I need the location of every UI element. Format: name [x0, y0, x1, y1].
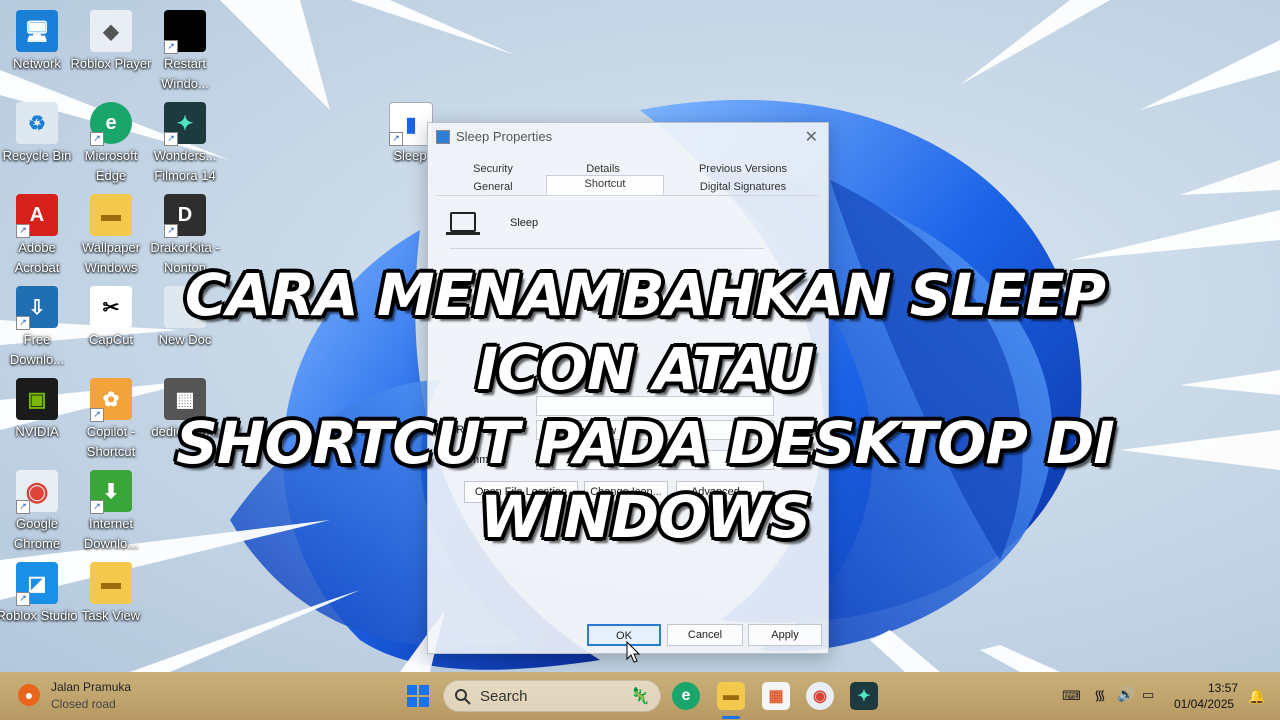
roblox-player-icon: ◆	[90, 10, 132, 52]
active-app-indicator	[722, 716, 740, 719]
traffic-alert-icon: ●	[18, 684, 40, 706]
tab-previous-versions[interactable]: Previous Versions	[668, 161, 818, 177]
desktop-icon-label: Network	[13, 56, 61, 71]
video-headline: CARA MENAMBAHKAN SLEEP ICON ATAU SHORTCU…	[120, 258, 1170, 554]
tab-security[interactable]: Security	[448, 161, 538, 177]
tab-shortcut[interactable]: Shortcut	[546, 175, 664, 196]
taskbar-search[interactable]: Search 🦎	[443, 680, 661, 712]
shortcut-arrow-icon: ↗	[16, 592, 30, 606]
keyboard-icon[interactable]: ⌨	[1062, 688, 1081, 704]
desktop-icon-label: Microsoft Edge	[84, 148, 138, 183]
divider	[450, 248, 764, 249]
shortcut-arrow-icon: ↗	[389, 132, 403, 146]
desktop-icon-restart-windows[interactable]: ↗ Restart Windo...	[148, 4, 222, 92]
taskbar-edge[interactable]: e	[672, 682, 700, 710]
desktop-icon-label: Wonders... Filmora 14	[153, 148, 217, 183]
desktop-icon-label: Adobe Acrobat	[14, 240, 60, 275]
desktop-icon-label: Task View	[81, 608, 141, 623]
dialog-title: Sleep Properties	[456, 129, 553, 144]
desktop-icon-filmora[interactable]: ✦ ↗ Wonders... Filmora 14	[148, 96, 222, 184]
notification-bell-icon[interactable]: 🔔	[1248, 688, 1265, 705]
search-placeholder: Search	[480, 688, 528, 705]
weather-title: Jalan Pramuka	[51, 680, 132, 694]
folder-icon: ▬	[723, 687, 739, 704]
store-icon: ▦	[768, 688, 784, 705]
laptop-icon	[450, 212, 476, 232]
apply-button[interactable]: Apply	[748, 624, 822, 646]
desktop-icon-roblox-player[interactable]: ◆ Roblox Player	[71, 4, 151, 92]
desktop-icon-microsoft-edge[interactable]: e ↗ Microsoft Edge	[74, 96, 148, 184]
shortcut-arrow-icon: ↗	[90, 132, 104, 146]
battery-icon[interactable]: ▭	[1142, 687, 1154, 703]
ok-button[interactable]: OK	[587, 624, 661, 646]
desktop-icon-label: Roblox Studio	[0, 608, 78, 623]
taskbar-chrome[interactable]: ◉	[806, 682, 834, 710]
windows-logo-icon	[407, 685, 429, 707]
desktop-icon-label: Restart Windo...	[161, 56, 209, 91]
shortcut-arrow-icon: ↗	[90, 500, 104, 514]
weather-subtitle: Closed road	[51, 697, 116, 711]
taskbar-microsoft-store[interactable]: ▦	[762, 682, 790, 710]
close-button[interactable]: ✕	[805, 127, 818, 147]
tab-general[interactable]: General	[448, 179, 538, 195]
shortcut-title-icon	[436, 130, 450, 144]
chrome-icon: ◉	[813, 688, 827, 705]
mouse-cursor-icon	[626, 641, 640, 663]
taskbar-file-explorer[interactable]: ▬	[717, 682, 745, 710]
search-highlight-icon: 🦎	[630, 688, 650, 705]
clock-time: 13:57	[1208, 681, 1239, 695]
shortcut-name: Sleep	[510, 217, 539, 229]
folder-icon: ▬	[90, 194, 132, 236]
desktop-icon-label: Free Downlo...	[9, 332, 65, 367]
search-icon	[455, 689, 471, 705]
desktop-icon-adobe-acrobat[interactable]: A ↗ Adobe Acrobat	[0, 188, 74, 276]
clock-date: 01/04/2025	[1174, 697, 1235, 711]
taskbar-filmora[interactable]: ✦	[850, 682, 878, 710]
shortcut-arrow-icon: ↗	[16, 316, 30, 330]
shortcut-arrow-icon: ↗	[164, 224, 178, 238]
start-button[interactable]	[404, 682, 432, 710]
desktop-icon-google-chrome[interactable]: ◉ ↗ Google Chrome	[0, 464, 74, 552]
desktop-icon-label: Recycle Bin	[2, 148, 72, 163]
filmora-icon: ✦	[857, 688, 871, 705]
shortcut-arrow-icon: ↗	[16, 500, 30, 514]
desktop-icon-label: Roblox Player	[70, 56, 152, 71]
nvidia-icon: ▣	[16, 378, 58, 420]
desktop-icon-network[interactable]: 🖥 Network	[0, 4, 74, 92]
folder-icon: ▬	[90, 562, 132, 604]
desktop-icon-nvidia[interactable]: ▣ NVIDIA	[0, 372, 74, 460]
network-icon: 🖥	[16, 10, 58, 52]
volume-icon[interactable]: 🔊	[1117, 686, 1134, 703]
desktop-icon-label: NVIDIA	[15, 424, 59, 439]
cancel-button[interactable]: Cancel	[667, 624, 743, 646]
shortcut-arrow-icon: ↗	[164, 40, 178, 54]
recycle-bin-icon: ♻	[16, 102, 58, 144]
desktop-icon-task-view[interactable]: ▬ Task View	[74, 556, 148, 644]
shortcut-arrow-icon: ↗	[16, 224, 30, 238]
headline-line-1: CARA MENAMBAHKAN SLEEP ICON ATAU	[184, 261, 1106, 403]
desktop-icon-roblox-studio[interactable]: ◪ ↗ Roblox Studio	[0, 556, 77, 644]
headline-line-2: SHORTCUT PADA DESKTOP DI WINDOWS	[176, 409, 1115, 551]
shortcut-arrow-icon: ↗	[90, 408, 104, 422]
edge-icon: e	[681, 687, 691, 704]
shortcut-arrow-icon: ↗	[164, 132, 178, 146]
laptop-base-icon	[446, 232, 480, 235]
desktop-icon-label: Google Chrome	[13, 516, 61, 551]
desktop: 🖥 Network ♻ Recycle Bin A ↗ Adobe Acroba…	[0, 0, 1280, 672]
tab-digital-signatures[interactable]: Digital Signatures	[668, 179, 818, 195]
desktop-icon-recycle-bin[interactable]: ♻ Recycle Bin	[0, 96, 74, 184]
desktop-icon-free-download[interactable]: ⇩ ↗ Free Downlo...	[0, 280, 74, 368]
wifi-icon[interactable]: ᯾	[1094, 686, 1106, 705]
